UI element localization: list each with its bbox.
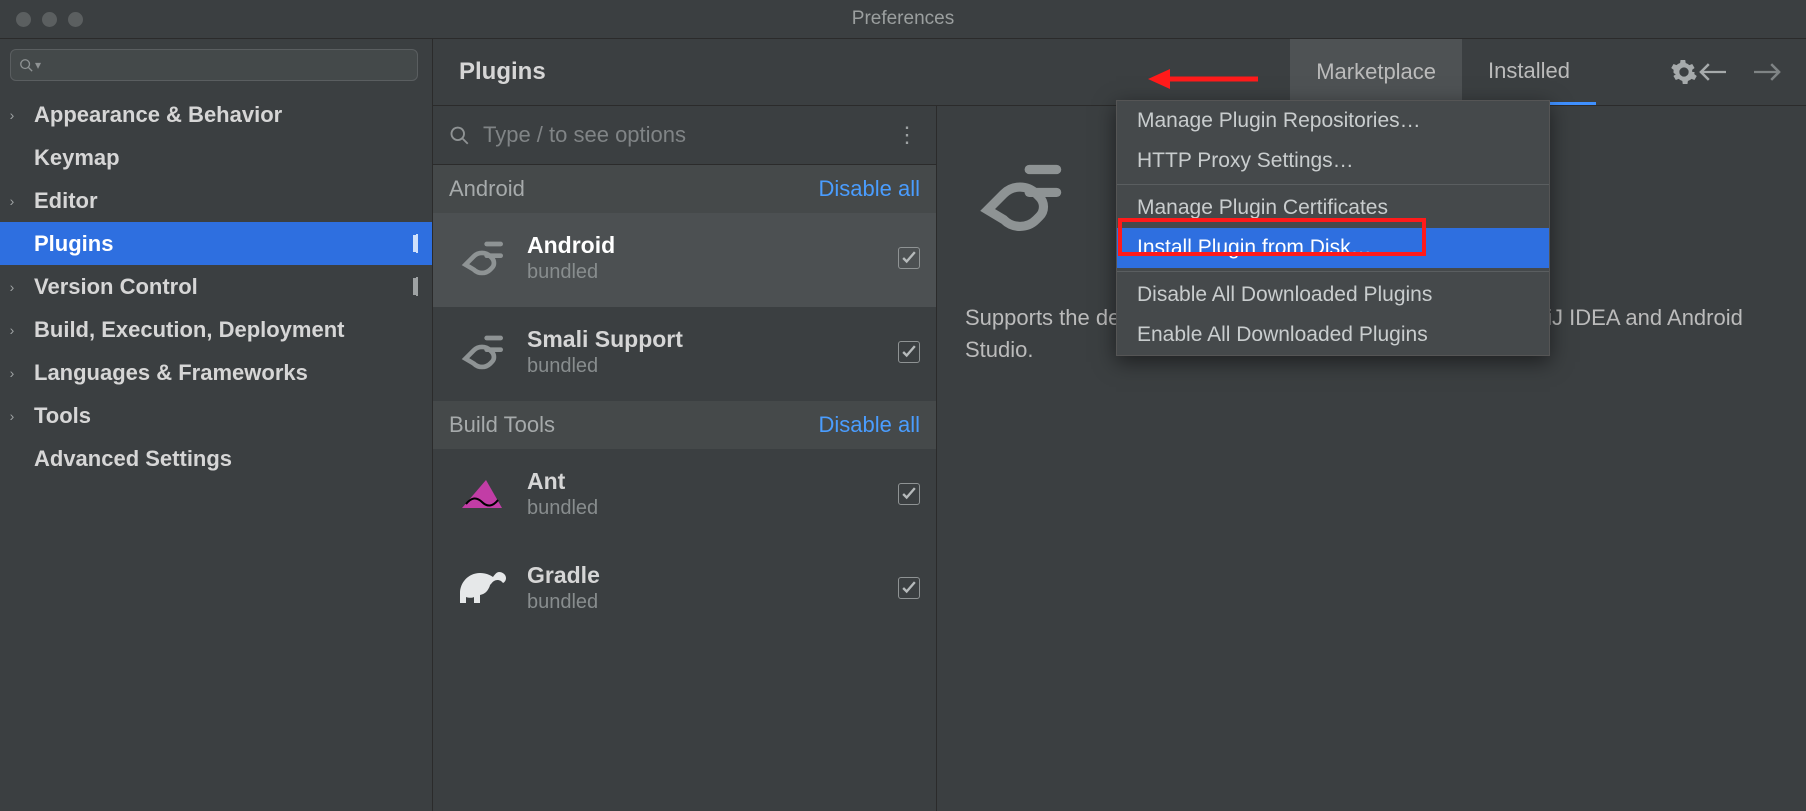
nav-back-button[interactable] — [1698, 62, 1726, 82]
plug-icon — [449, 225, 515, 291]
search-icon — [19, 58, 33, 72]
sidebar-item-languages[interactable]: ›Languages & Frameworks — [0, 351, 432, 394]
tab-installed[interactable]: Installed — [1462, 39, 1596, 102]
plugin-group-header-buildtools: Build Tools Disable all — [433, 401, 936, 449]
menu-disable-downloaded[interactable]: Disable All Downloaded Plugins — [1117, 275, 1549, 315]
ant-icon — [449, 461, 515, 527]
sidebar-search-input[interactable]: ▾ — [10, 49, 418, 81]
disable-all-android-link[interactable]: Disable all — [819, 176, 921, 202]
sidebar-item-editor[interactable]: ›Editor — [0, 179, 432, 222]
check-icon — [902, 581, 916, 595]
tab-marketplace[interactable]: Marketplace — [1290, 39, 1462, 105]
search-icon — [449, 125, 469, 145]
window-titlebar: Preferences — [0, 0, 1806, 39]
modified-indicator-icon — [416, 235, 418, 253]
menu-install-from-disk[interactable]: Install Plugin from Disk… — [1117, 228, 1549, 268]
menu-manage-repos[interactable]: Manage Plugin Repositories… — [1117, 101, 1549, 141]
plugin-enable-checkbox[interactable] — [898, 247, 920, 269]
sidebar-item-keymap[interactable]: Keymap — [0, 136, 432, 179]
sidebar-item-version-control[interactable]: ›Version Control — [0, 265, 432, 308]
menu-enable-downloaded[interactable]: Enable All Downloaded Plugins — [1117, 315, 1549, 355]
check-icon — [902, 345, 916, 359]
preferences-sidebar: ▾ ›Appearance & Behavior Keymap ›Editor … — [0, 39, 432, 811]
disable-all-buildtools-link[interactable]: Disable all — [819, 412, 921, 438]
plugin-group-header-android: Android Disable all — [433, 165, 936, 213]
plug-icon — [449, 319, 515, 385]
plugin-row-android[interactable]: Androidbundled — [433, 213, 936, 307]
settings-gear-button[interactable] — [1670, 58, 1698, 86]
sidebar-item-build[interactable]: ›Build, Execution, Deployment — [0, 308, 432, 351]
check-icon — [902, 251, 916, 265]
plugin-row-ant[interactable]: Antbundled — [433, 449, 936, 543]
sidebar-item-plugins[interactable]: Plugins — [0, 222, 432, 265]
plugin-row-smali[interactable]: Smali Supportbundled — [433, 307, 936, 401]
plugin-enable-checkbox[interactable] — [898, 483, 920, 505]
chevron-right-icon: › — [0, 279, 24, 295]
plugin-large-icon — [965, 142, 1075, 252]
plugin-row-gradle[interactable]: Gradlebundled — [433, 543, 936, 637]
chevron-right-icon: › — [0, 365, 24, 381]
gear-popup-menu: Manage Plugin Repositories… HTTP Proxy S… — [1116, 100, 1550, 356]
plugin-enable-checkbox[interactable] — [898, 577, 920, 599]
window-title: Preferences — [0, 8, 1806, 30]
gradle-elephant-icon — [449, 555, 515, 621]
arrow-left-icon — [1698, 62, 1726, 82]
arrow-right-icon — [1754, 62, 1782, 82]
chevron-right-icon: › — [0, 322, 24, 338]
gear-icon — [1670, 58, 1698, 86]
plugin-list-panel: Type / to see options ⋮ Android Disable … — [433, 106, 937, 811]
sidebar-item-tools[interactable]: ›Tools — [0, 394, 432, 437]
plugin-enable-checkbox[interactable] — [898, 341, 920, 363]
check-icon — [902, 487, 916, 501]
menu-manage-certs[interactable]: Manage Plugin Certificates — [1117, 188, 1549, 228]
page-title: Plugins — [433, 58, 546, 86]
modified-indicator-icon — [416, 278, 418, 296]
chevron-right-icon: › — [0, 193, 24, 209]
chevron-right-icon: › — [0, 408, 24, 424]
menu-http-proxy[interactable]: HTTP Proxy Settings… — [1117, 141, 1549, 181]
search-options-button[interactable]: ⋮ — [896, 132, 920, 138]
plugin-search-input[interactable]: Type / to see options ⋮ — [433, 106, 936, 165]
chevron-right-icon: › — [0, 107, 24, 123]
sidebar-item-appearance[interactable]: ›Appearance & Behavior — [0, 93, 432, 136]
nav-forward-button[interactable] — [1754, 62, 1782, 82]
sidebar-item-advanced[interactable]: Advanced Settings — [0, 437, 432, 480]
